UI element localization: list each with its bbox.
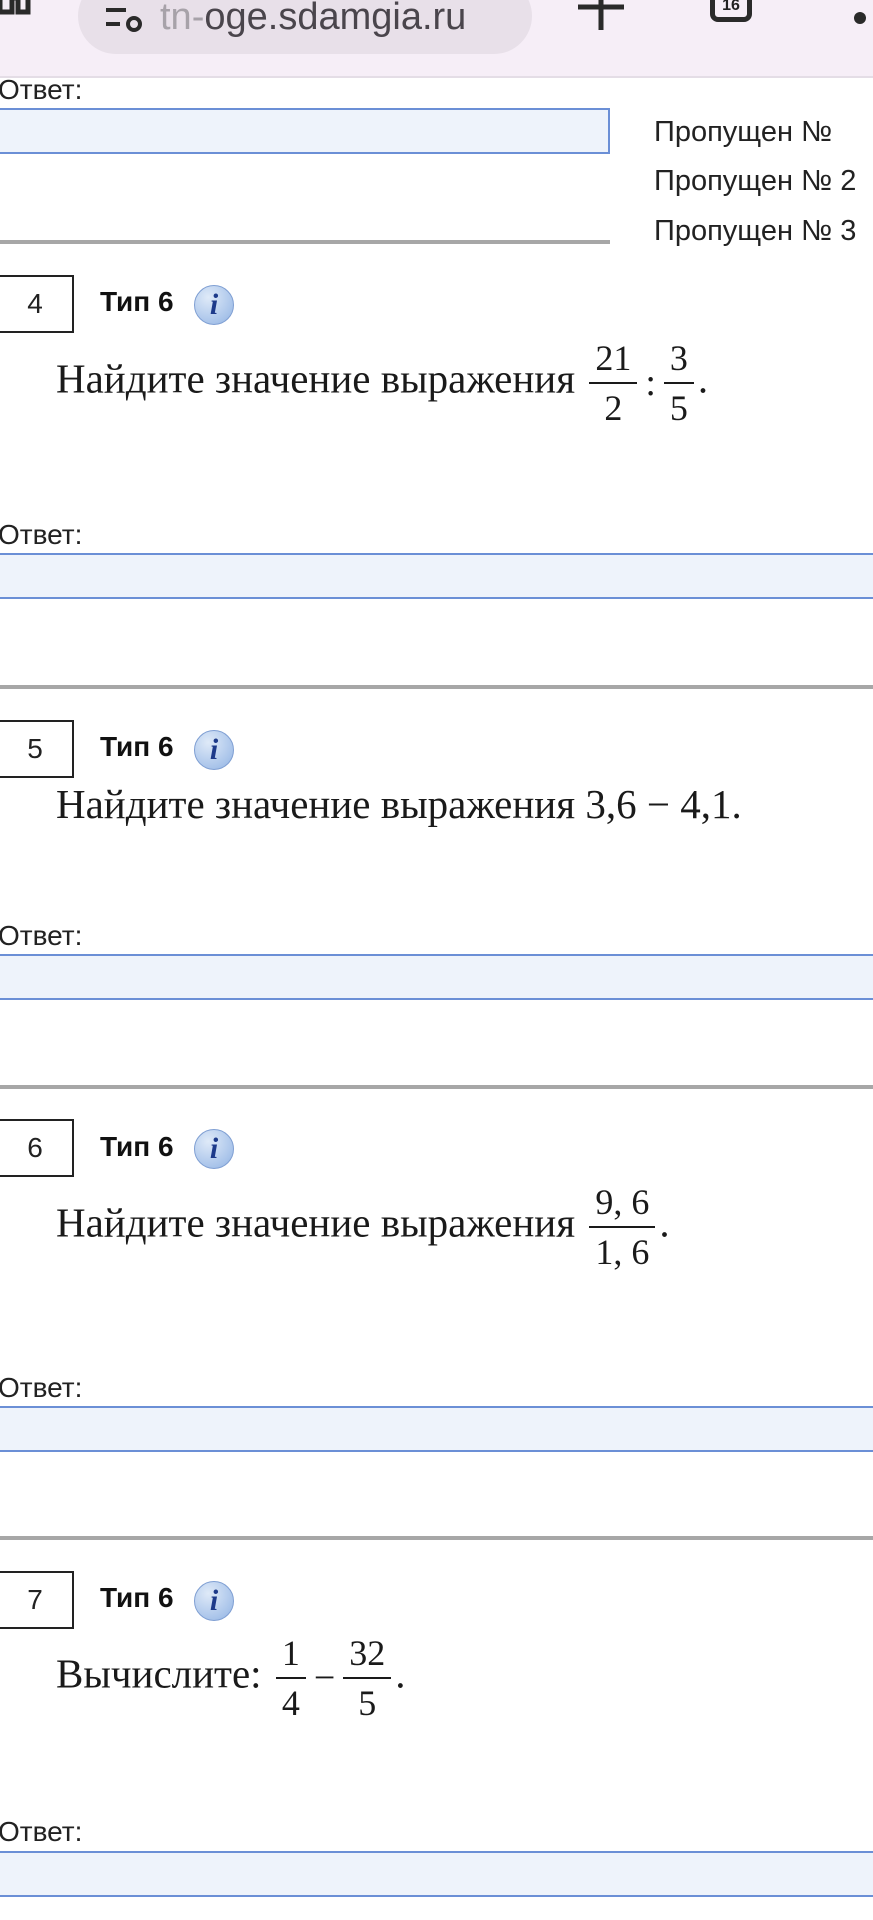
answer-label-3: Ответ: <box>0 74 83 105</box>
problem-statement: Найдите значение выражения 3,6 − 4,1. <box>56 781 742 827</box>
operator: − <box>313 1657 336 1699</box>
info-icon[interactable]: i <box>194 1581 234 1621</box>
skipped-link-1[interactable]: Пропущен № <box>654 116 832 149</box>
problem-text: Вычислите: <box>56 1650 262 1697</box>
answer-label-6: Ответ: <box>0 1372 83 1403</box>
problem-statement: Найдите значение выражения 9, 6 1, 6. <box>56 1182 670 1272</box>
answer-input-4[interactable] <box>0 553 873 599</box>
address-bar[interactable]: tn-oge.sdamgia.ru <box>78 0 532 54</box>
section-divider <box>0 240 610 244</box>
problem-type: Тип 6 <box>100 286 174 317</box>
site-settings-icon[interactable] <box>104 4 144 32</box>
info-icon[interactable]: i <box>194 1129 234 1169</box>
answer-label-4: Ответ: <box>0 519 83 550</box>
fraction: 35 <box>663 338 694 428</box>
info-icon[interactable]: i <box>194 285 234 325</box>
skipped-link-3[interactable]: Пропущен № 3 <box>654 215 856 248</box>
problem-statement: Найдите значение выражения 21 2:3 5. <box>56 338 709 428</box>
section-divider <box>0 1536 873 1540</box>
tab-switcher-button[interactable]: 16 <box>710 0 752 22</box>
answer-input-5[interactable] <box>0 954 873 1000</box>
fraction: 32 5 <box>343 1633 392 1723</box>
problem-type: Тип 6 <box>100 731 174 762</box>
section-divider <box>0 1085 873 1089</box>
problem-type: Тип 6 <box>100 1131 174 1162</box>
problem-number[interactable]: 7 <box>0 1571 74 1629</box>
problem-number[interactable]: 6 <box>0 1119 74 1177</box>
skipped-link-2[interactable]: Пропущен № 2 <box>654 165 856 198</box>
url-text: tn-oge.sdamgia.ru <box>160 0 467 38</box>
answer-label-5: Ответ: <box>0 920 83 951</box>
answer-input-3[interactable] <box>0 108 610 154</box>
problem-number[interactable]: 4 <box>0 275 74 333</box>
section-divider <box>0 685 873 689</box>
problem-statement: Вычислите: 1 4−32 5. <box>56 1633 406 1723</box>
fraction: 21 2 <box>589 338 638 428</box>
info-icon[interactable]: i <box>194 730 234 770</box>
problem-type: Тип 6 <box>100 1582 174 1613</box>
problem-number[interactable]: 5 <box>0 720 74 778</box>
fraction: 14 <box>275 1633 306 1723</box>
more-menu-icon[interactable] <box>852 0 868 26</box>
problem-text: Найдите значение выражения <box>56 1199 576 1246</box>
operator: : <box>645 362 656 404</box>
tab-count: 16 <box>722 0 740 14</box>
answer-input-7[interactable] <box>0 1851 873 1897</box>
answer-input-6[interactable] <box>0 1406 873 1452</box>
fraction: 9, 6 1, 6 <box>589 1182 656 1272</box>
home-icon[interactable] <box>0 0 34 18</box>
browser-toolbar: tn-oge.sdamgia.ru 16 <box>0 0 873 78</box>
answer-label-7: Ответ: <box>0 1816 83 1847</box>
new-tab-plus-icon[interactable] <box>578 0 624 30</box>
problem-text: Найдите значение выражения <box>56 355 576 402</box>
